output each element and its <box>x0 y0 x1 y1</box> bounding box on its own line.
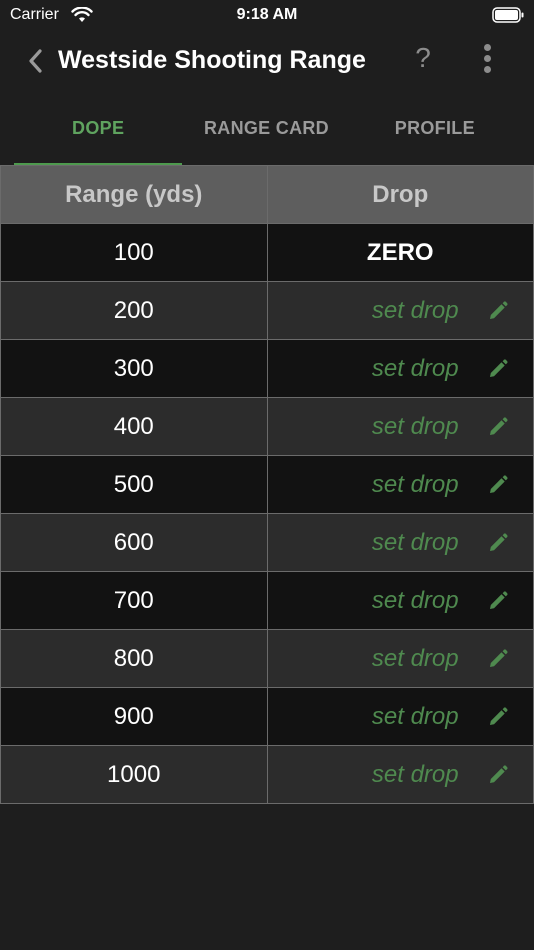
tab-bar: DOPE RANGE CARD PROFILE <box>14 100 519 166</box>
table-row: 500 set drop <box>0 455 534 514</box>
pencil-edit-icon[interactable] <box>487 648 509 670</box>
pencil-edit-icon[interactable] <box>487 358 509 380</box>
pencil-edit-icon[interactable] <box>487 764 509 786</box>
zero-label: ZERO <box>366 238 434 266</box>
range-cell: 500 <box>0 455 268 514</box>
page-title: Westside Shooting Range <box>58 46 366 74</box>
back-button[interactable] <box>22 46 50 76</box>
drop-cell[interactable]: set drop <box>266 397 534 456</box>
set-drop-placeholder[interactable]: set drop <box>372 297 459 324</box>
drop-cell[interactable]: set drop <box>266 629 534 688</box>
pencil-edit-icon[interactable] <box>487 474 509 496</box>
set-drop-placeholder[interactable]: set drop <box>372 761 459 788</box>
range-column-header: Range (yds) <box>0 165 268 224</box>
table-header-row: Range (yds) Drop <box>0 165 534 224</box>
set-drop-placeholder[interactable]: set drop <box>372 413 459 440</box>
set-drop-placeholder[interactable]: set drop <box>372 355 459 382</box>
table-row: 800 set drop <box>0 629 534 688</box>
pencil-edit-icon[interactable] <box>487 416 509 438</box>
drop-cell[interactable]: set drop <box>266 571 534 630</box>
range-cell: 300 <box>0 339 268 398</box>
table-row: 600 set drop <box>0 513 534 572</box>
set-drop-placeholder[interactable]: set drop <box>372 471 459 498</box>
range-cell: 100 <box>0 223 268 282</box>
drop-column-header: Drop <box>266 165 534 224</box>
table-row: 700 set drop <box>0 571 534 630</box>
more-vertical-icon <box>474 44 500 73</box>
pencil-edit-icon[interactable] <box>487 300 509 322</box>
table-row: 200 set drop <box>0 281 534 340</box>
battery-icon <box>492 7 524 23</box>
pencil-edit-icon[interactable] <box>487 706 509 728</box>
table-row: 100 ZERO <box>0 223 534 282</box>
range-cell: 900 <box>0 687 268 746</box>
table-body: 100 ZERO 200 set drop 300 set drop 400 set drop… <box>0 223 534 804</box>
table-row: 400 set drop <box>0 397 534 456</box>
drop-cell[interactable]: set drop <box>266 513 534 572</box>
range-cell: 200 <box>0 281 268 340</box>
tab-profile[interactable]: PROFILE <box>351 100 519 166</box>
more-options-button[interactable] <box>474 44 500 78</box>
drop-cell[interactable]: set drop <box>266 281 534 340</box>
range-cell: 600 <box>0 513 268 572</box>
set-drop-placeholder[interactable]: set drop <box>372 529 459 556</box>
pencil-edit-icon[interactable] <box>487 590 509 612</box>
status-time: 9:18 AM <box>236 6 298 23</box>
dope-table: Range (yds) Drop 100 ZERO 200 set drop 300 se… <box>0 165 534 804</box>
range-cell: 400 <box>0 397 268 456</box>
set-drop-placeholder[interactable]: set drop <box>372 645 459 672</box>
table-row: 300 set drop <box>0 339 534 398</box>
range-cell: 700 <box>0 571 268 630</box>
chevron-left-icon <box>29 49 42 73</box>
pencil-edit-icon[interactable] <box>487 532 509 554</box>
drop-cell: ZERO <box>266 223 534 282</box>
range-cell: 800 <box>0 629 268 688</box>
tab-range-card[interactable]: RANGE CARD <box>182 100 350 166</box>
table-row: 1000 set drop <box>0 745 534 804</box>
navigation-bar: Westside Shooting Range ? <box>0 38 534 84</box>
range-cell: 1000 <box>0 745 268 804</box>
status-bar: Carrier 9:18 AM <box>0 0 534 30</box>
drop-cell[interactable]: set drop <box>266 745 534 804</box>
drop-cell[interactable]: set drop <box>266 455 534 514</box>
table-row: 900 set drop <box>0 687 534 746</box>
tab-dope[interactable]: DOPE <box>14 100 183 166</box>
app-screen: Carrier 9:18 AM Westside Shooting Range … <box>0 0 534 950</box>
set-drop-placeholder[interactable]: set drop <box>372 587 459 614</box>
drop-cell[interactable]: set drop <box>266 687 534 746</box>
help-button[interactable]: ? <box>410 42 436 78</box>
drop-cell[interactable]: set drop <box>266 339 534 398</box>
set-drop-placeholder[interactable]: set drop <box>372 703 459 730</box>
